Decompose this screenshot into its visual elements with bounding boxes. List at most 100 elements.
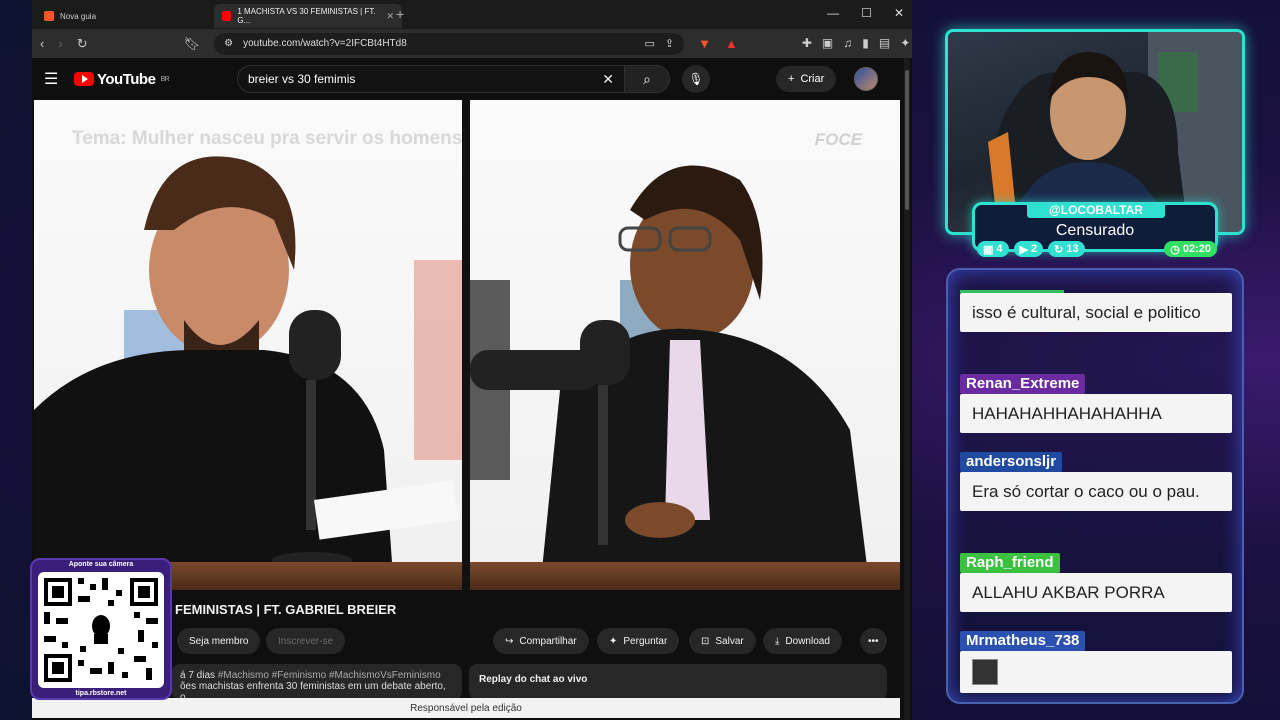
share-arrow-icon: ↪ xyxy=(505,635,514,647)
voice-search-button[interactable]: 🎙︎ xyxy=(682,65,710,93)
qr-code xyxy=(38,572,164,688)
reload-icon[interactable]: ↻ xyxy=(77,36,88,52)
url-text: youtube.com/watch?v=2IFCBt4HTd8 xyxy=(243,38,407,49)
chat-message-body xyxy=(960,651,1232,693)
chat-message-text: HAHAHAHHAHAHAHHA xyxy=(960,394,1232,433)
chat-message-text: Era só cortar o caco ou o pau. xyxy=(960,472,1232,511)
minimize-icon[interactable]: — xyxy=(827,6,839,20)
brave-shield-icon[interactable]: ▼ xyxy=(698,36,711,51)
sidebar-icon[interactable]: ▮ xyxy=(862,36,869,51)
refresh-icon: ↻ xyxy=(1054,243,1064,256)
ask-button[interactable]: ✦ Perguntar xyxy=(597,628,680,654)
right-speaker-illustration xyxy=(470,165,870,590)
save-button[interactable]: ⊡ Salvar xyxy=(689,628,756,654)
back-icon[interactable]: ‹ xyxy=(40,36,44,51)
close-icon[interactable]: ✕ xyxy=(386,11,394,22)
screenshot-icon[interactable]: ▣ xyxy=(822,36,833,51)
video-divider xyxy=(462,100,470,590)
account-avatar[interactable] xyxy=(854,67,878,91)
qr-caption-top: Aponte sua câmera xyxy=(68,561,134,568)
chat-message: Renan_Extreme HAHAHAHHAHAHAHHA xyxy=(960,374,1232,433)
site-info-icon[interactable]: ⚙ xyxy=(224,38,233,49)
search-button[interactable]: ⌕ xyxy=(624,65,670,93)
hamburger-menu-icon[interactable]: ☰ xyxy=(44,69,74,89)
subscribe-button[interactable]: Inscrever-se xyxy=(266,628,346,654)
share-icon[interactable]: ⇪ xyxy=(665,37,674,50)
chat-username: Raph_friend xyxy=(960,553,1060,573)
stream-stats: ▣ 4 ▶ 2 ↻ 13 ◷ 02:20 xyxy=(977,241,1217,257)
search-icon: ⌕ xyxy=(643,70,651,87)
clock-icon: ◷ xyxy=(1170,243,1180,256)
chat-count: ▣ 4 xyxy=(977,241,1009,257)
close-window-icon[interactable]: ✕ xyxy=(894,6,904,20)
maximize-icon[interactable]: ☐ xyxy=(861,6,872,20)
desk-right xyxy=(470,562,900,590)
wallet-icon[interactable]: ▤ xyxy=(879,36,890,51)
qr-code-icon xyxy=(44,578,158,682)
chat-message: isso é cultural, social e politico xyxy=(960,290,1232,332)
edit-credit-bar: Responsável pela edição xyxy=(32,698,900,718)
video-overlay-title: Tema: Mulher nasceu pra servir os homens xyxy=(72,128,463,149)
youtube-favicon-icon xyxy=(222,11,232,21)
page-scrollbar[interactable] xyxy=(904,58,910,720)
video-count: ▶ 2 xyxy=(1013,241,1044,257)
stream-timer: ◷ 02:20 xyxy=(1164,241,1217,257)
foce-watermark: FOCE xyxy=(814,130,862,149)
sparkle-icon: ✦ xyxy=(609,635,618,647)
qr-donation-overlay: Aponte sua câmera tipa.rbstore.net xyxy=(30,558,172,700)
toolbar-right: ✚ ▣ ♫ ▮ ▤ ✦ ⛨ ≡ xyxy=(802,36,912,51)
chat-username: andersonsljr xyxy=(960,452,1063,472)
scrollbar-thumb[interactable] xyxy=(905,70,909,210)
more-icon: ••• xyxy=(868,635,879,647)
create-button[interactable]: + Criar xyxy=(776,66,837,92)
tab-label: 1 MACHISTA VS 30 FEMINISTAS | FT. G... xyxy=(237,7,376,25)
video-right-panel: FOCE xyxy=(470,100,900,590)
chat-bubble-icon: ▣ xyxy=(983,243,994,256)
address-bar[interactable]: ⚙ youtube.com/watch?v=2IFCBt4HTd8 ▭ ⇪ xyxy=(214,32,685,55)
tab-label: Nova guia xyxy=(60,11,97,21)
window-controls: — ☐ ✕ xyxy=(827,6,904,20)
join-button[interactable]: Seja membro xyxy=(177,628,261,654)
bookmark-icon[interactable]: 🔖︎ xyxy=(184,36,201,52)
mic-icon: 🎙︎ xyxy=(688,72,704,86)
forward-icon[interactable]: › xyxy=(58,36,62,51)
search-input[interactable]: breier vs 30 femimis ✕ xyxy=(237,65,625,93)
chat-message-text: ALLAHU AKBAR PORRA xyxy=(960,573,1232,612)
video-player[interactable]: Tema: Mulher nasceu pra servir os homens xyxy=(34,100,900,590)
plus-icon: + xyxy=(788,73,795,85)
new-tab-icon[interactable]: + xyxy=(396,6,404,22)
chat-emote-image xyxy=(972,659,998,685)
download-icon: ⤓ xyxy=(775,635,780,647)
chat-replay-panel[interactable]: Replay do chat ao vivo xyxy=(469,664,887,700)
share-button[interactable]: ↪ Compartilhar xyxy=(493,628,589,654)
chat-message: Mrmatheus_738 xyxy=(960,631,1232,693)
subs-count: ↻ 13 xyxy=(1048,241,1085,257)
chat-message-text: isso é cultural, social e politico xyxy=(960,293,1232,332)
video-description[interactable]: á 7 dias #Machismo #Feminismo #MachismoV… xyxy=(172,664,462,700)
video-title: FEMINISTAS | FT. GABRIEL BREIER xyxy=(175,602,397,617)
streamer-username: @LOCOBALTAR xyxy=(1027,202,1165,218)
brave-rewards-icon[interactable]: ▲ xyxy=(725,36,738,51)
chat-message: Raph_friend ALLAHU AKBAR PORRA xyxy=(960,553,1232,612)
youtube-logo[interactable]: YouTube BR xyxy=(74,71,170,88)
tab-bar: Nova guia 1 MACHISTA VS 30 FEMINISTAS | … xyxy=(32,0,912,29)
leo-ai-icon[interactable]: ✦ xyxy=(900,36,910,51)
extensions-icon[interactable]: ✚ xyxy=(802,36,812,51)
media-icon[interactable]: ♫ xyxy=(843,36,852,51)
tab-youtube[interactable]: 1 MACHISTA VS 30 FEMINISTAS | FT. G... ✕ xyxy=(214,4,402,28)
description-age: á 7 dias xyxy=(180,670,216,681)
cast-icon[interactable]: ▭ xyxy=(644,37,654,50)
chat-username: Mrmatheus_738 xyxy=(960,631,1086,651)
video-left-panel: Tema: Mulher nasceu pra servir os homens xyxy=(34,100,462,590)
download-button[interactable]: ⤓ Download xyxy=(763,628,842,654)
search-value: breier vs 30 femimis xyxy=(248,72,356,86)
youtube-play-icon xyxy=(74,72,94,86)
chat-message: andersonsljr Era só cortar o caco ou o p… xyxy=(960,452,1232,511)
more-actions-button[interactable]: ••• xyxy=(860,628,887,654)
tab-new[interactable]: Nova guia xyxy=(36,4,212,28)
stream-status: Censurado xyxy=(1055,222,1135,239)
bookmark-save-icon: ⊡ xyxy=(701,635,710,647)
chat-username: Renan_Extreme xyxy=(960,374,1086,394)
clear-search-icon[interactable]: ✕ xyxy=(602,71,614,88)
video-icon: ▶ xyxy=(1019,243,1028,256)
